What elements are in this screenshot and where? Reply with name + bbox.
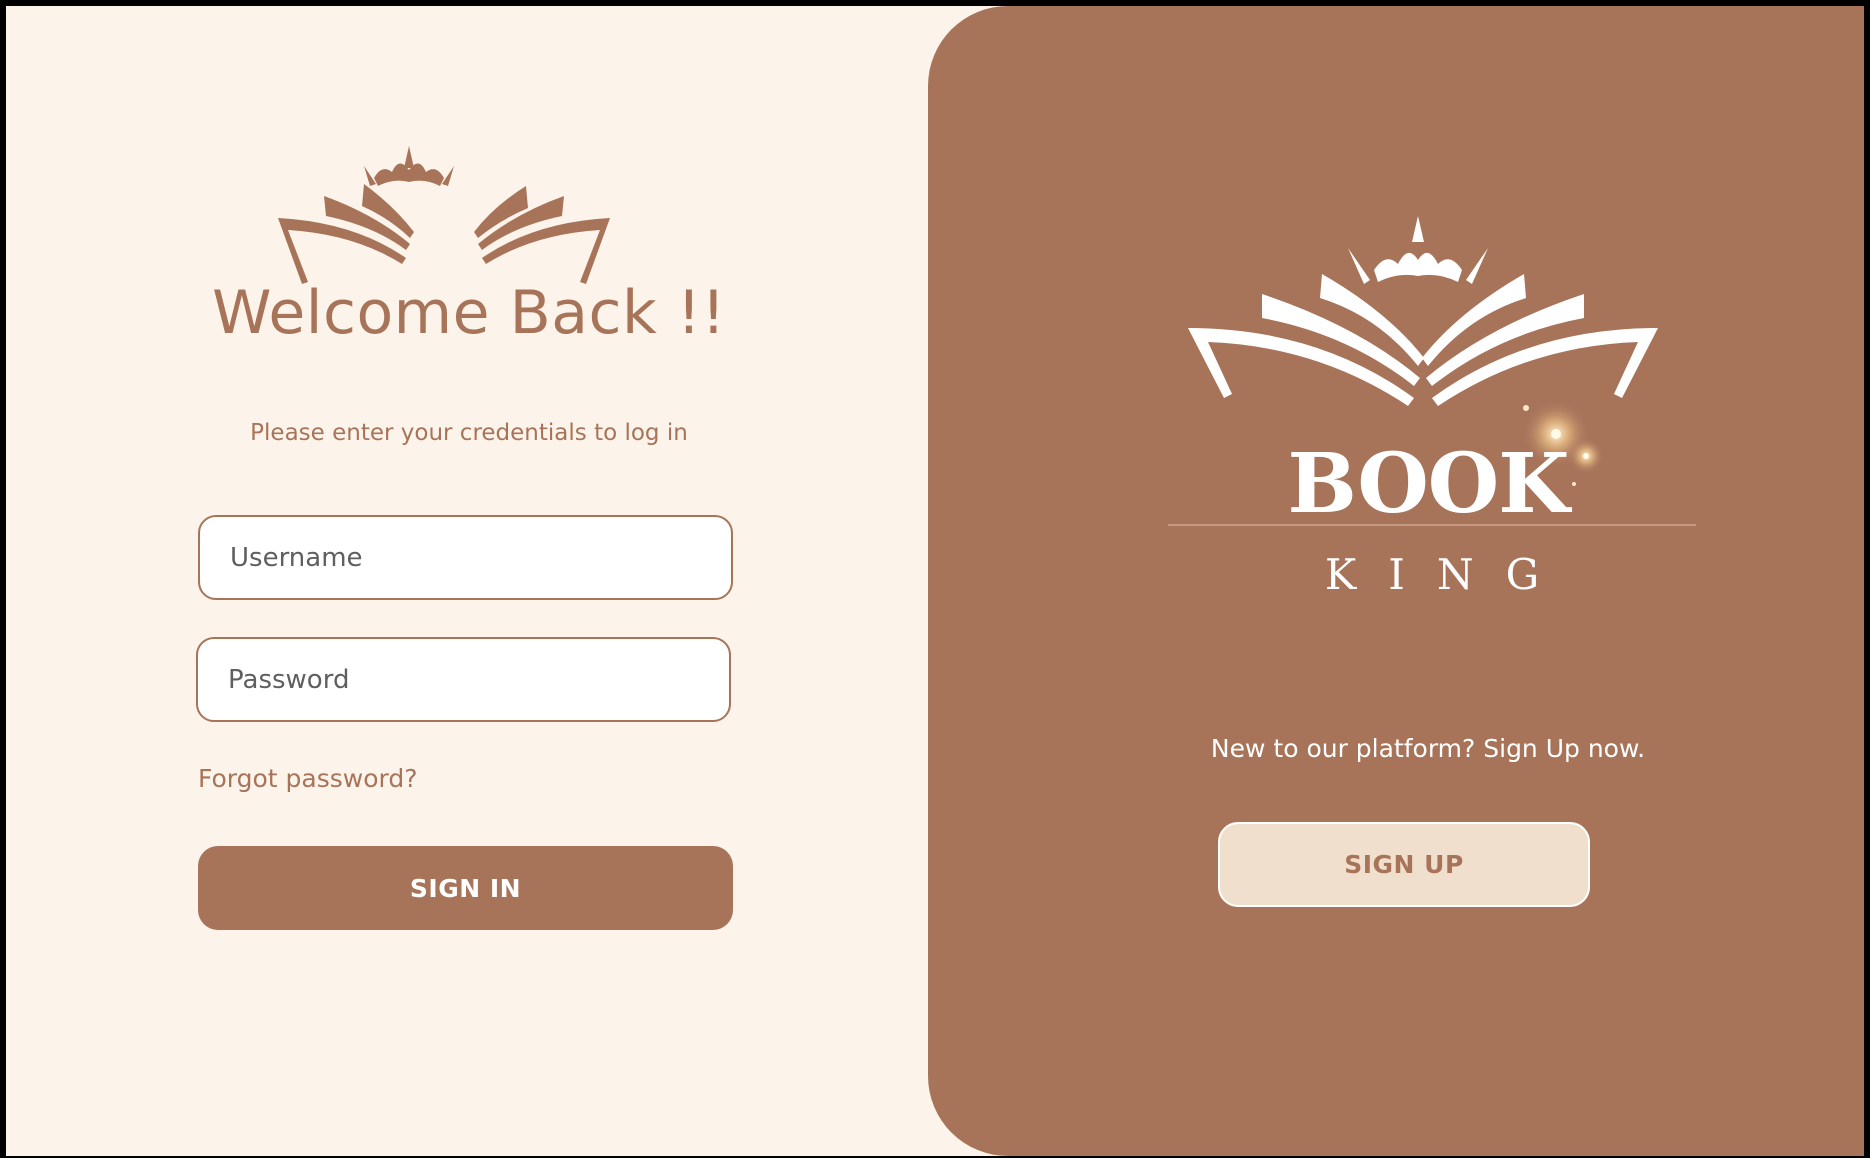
brand-name-book: BOOK <box>1287 436 1570 532</box>
signup-prompt: New to our platform? Sign Up now. <box>1210 734 1646 763</box>
sign-in-button[interactable]: SIGN IN <box>198 846 733 930</box>
sign-up-button[interactable]: SIGN UP <box>1218 822 1590 907</box>
username-input[interactable] <box>198 515 733 600</box>
forgot-password-link[interactable]: Forgot password? <box>198 764 418 793</box>
login-page: Welcome Back !! Please enter your creden… <box>6 6 1864 1156</box>
login-subtitle: Please enter your credentials to log in <box>250 420 688 446</box>
brand-divider <box>1168 524 1696 526</box>
book-crown-logo-icon <box>278 146 610 284</box>
brand-name-king: KING <box>1324 550 1572 599</box>
page-title: Welcome Back !! <box>212 278 726 348</box>
brand-panel: BOOK KING New to our platform? Sign Up n… <box>928 6 1864 1156</box>
password-input[interactable] <box>196 637 731 722</box>
